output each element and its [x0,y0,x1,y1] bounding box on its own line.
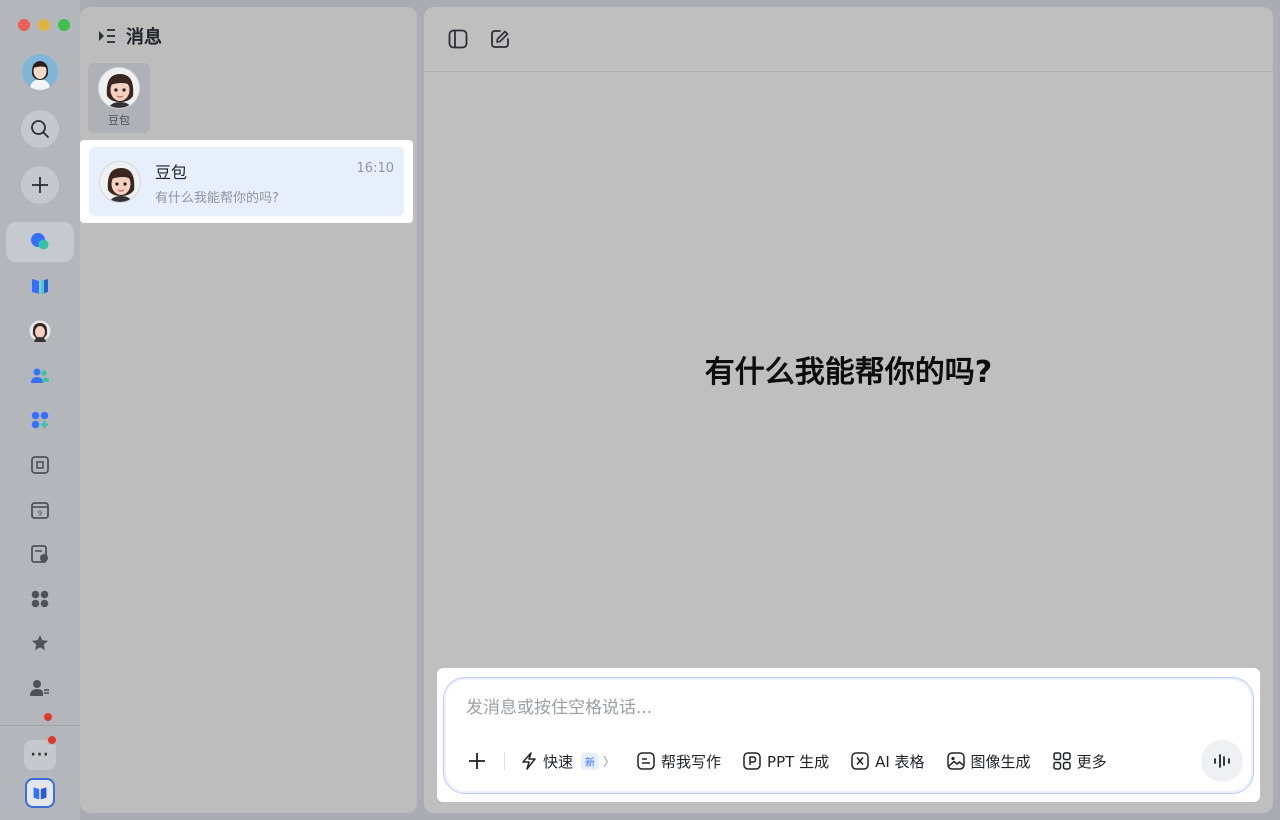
more-tools-button[interactable]: 更多 [1052,751,1107,772]
doubao-avatar-icon [29,320,51,342]
sidebar-item-calendar[interactable]: 9 [6,490,74,530]
composer-area: 快速 新 〉 帮我写作 P [437,668,1260,802]
calendar-day-label: 9 [38,510,42,518]
search-button[interactable] [21,110,59,148]
image-generate-label: 图像生成 [970,752,1031,771]
sidebar-item-contacts[interactable] [6,356,74,396]
composer-box: 快速 新 〉 帮我写作 P [443,677,1254,794]
voice-wave-icon [1214,754,1230,768]
plus-icon [469,753,485,769]
message-input[interactable] [466,698,1166,718]
pinned-label: 豆包 [108,114,130,127]
ai-table-label: AI 表格 [875,752,925,771]
sidebar-item-user-settings[interactable] [6,668,74,708]
grid-icon [31,590,49,608]
calendar-icon: 9 [31,502,49,519]
more-tools-label: 更多 [1076,752,1107,771]
tools-separator [504,752,505,770]
app-rail: 9 ··· [0,0,80,820]
apps-plus-icon [31,411,49,429]
conversation-avatar [99,161,141,203]
ppt-icon [743,752,761,770]
ai-table-icon [851,752,869,770]
search-icon [31,120,49,138]
quick-mode-label: 快速 [543,752,574,771]
collapse-list-icon[interactable] [98,28,116,44]
writing-icon [637,752,655,770]
ppt-generate-button[interactable]: PPT 生成 [743,751,829,772]
close-window-button[interactable] [18,19,30,31]
plus-icon [32,177,48,193]
maximize-window-button[interactable] [58,19,70,31]
ppt-generate-label: PPT 生成 [767,752,830,771]
chat-bubbles-icon [31,233,49,250]
user-avatar-icon [22,54,58,90]
sidebar-item-messages[interactable] [6,222,74,262]
new-chat-button[interactable] [488,27,512,51]
welcome-message: 有什么我能帮你的吗? [704,355,993,390]
composer-tools: 快速 新 〉 帮我写作 PPT 生成 AI 表格 图像生成 更多 [466,750,1129,772]
feishu-docs-button[interactable] [25,778,55,808]
voice-input-button[interactable] [1201,740,1243,782]
meeting-icon [31,456,49,474]
list-item[interactable]: 豆包 16:10 有什么我能帮你的吗? [89,147,404,216]
rail-divider [0,725,80,726]
user-gear-icon [30,680,49,696]
doubao-avatar-icon [99,68,139,108]
lightning-icon [522,752,536,770]
conversation-preview: 有什么我能帮你的吗? [155,191,279,206]
chevron-right-icon: 〉 [603,754,616,769]
doubao-avatar [98,67,140,109]
book-icon [32,279,48,294]
notification-dot [43,712,53,722]
star-icon [32,635,48,651]
sidebar-item-workplace[interactable] [6,400,74,440]
conversation-list-panel: 消息 豆包 豆包 16:10 有什么我能帮你的吗? [80,7,417,813]
sidebar-item-approval[interactable] [6,534,74,574]
list-title: 消息 [126,27,162,48]
sidebar-item-video-meeting[interactable] [6,445,74,485]
window-controls [18,19,70,31]
doubao-avatar-icon [100,162,140,202]
user-avatar[interactable] [22,54,58,90]
chat-toolbar [446,27,512,51]
edit-icon [491,30,509,48]
sidebar-item-apps[interactable] [6,579,74,619]
conversation-highlight: 豆包 16:10 有什么我能帮你的吗? [80,140,413,223]
create-button[interactable] [21,166,59,204]
image-generate-button[interactable]: 图像生成 [946,751,1031,772]
conversation-name: 豆包 [155,163,188,182]
ai-table-button[interactable]: AI 表格 [851,751,925,772]
image-icon [946,752,965,770]
sidebar-item-docs[interactable] [6,266,74,306]
approval-icon [31,545,48,563]
sidebar-toggle-icon [448,29,468,49]
writing-assist-label: 帮我写作 [661,752,722,771]
list-header: 消息 [98,23,162,49]
sidebar-item-doubao[interactable] [6,311,74,351]
writing-assist-button[interactable]: 帮我写作 [637,751,721,772]
chat-main: 有什么我能帮你的吗? 快速 新 〉 [424,7,1273,813]
conversation-time: 16:10 [356,161,394,176]
contacts-icon [31,368,49,383]
attach-button[interactable] [466,750,488,772]
new-badge: 新 [581,752,600,770]
minimize-window-button[interactable] [38,19,50,31]
more-notification-dot [47,735,57,745]
toggle-sidebar-button[interactable] [446,27,470,51]
sidebar-item-favorites[interactable] [6,623,74,663]
toolbar-divider [424,71,1273,72]
book-icon [33,787,47,800]
grid-more-icon [1052,752,1071,770]
pinned-contact-doubao[interactable]: 豆包 [88,63,150,133]
quick-mode-button[interactable]: 快速 新 〉 [521,751,615,772]
more-label: ··· [30,747,50,763]
